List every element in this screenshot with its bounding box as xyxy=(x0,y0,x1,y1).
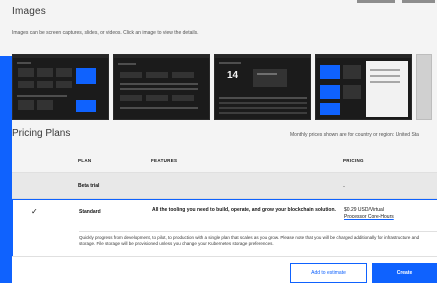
image-thumbnail-3[interactable]: 14 xyxy=(214,54,311,120)
header-plan: PLAN xyxy=(78,158,92,163)
pricing-title: Pricing Plans xyxy=(12,128,71,139)
images-title: Images xyxy=(12,6,46,17)
header-features: FEATURES xyxy=(151,158,178,163)
top-control-b[interactable] xyxy=(402,0,435,3)
plan-row-standard[interactable]: ✓ Standard All the tooling you need to b… xyxy=(12,199,437,261)
header-pricing: PRICING xyxy=(343,158,364,163)
top-control-a[interactable] xyxy=(357,0,395,3)
plan-name-standard: Standard xyxy=(79,209,101,215)
image-thumbnails: 14 xyxy=(12,54,437,120)
image-thumbnail-2[interactable] xyxy=(113,54,210,120)
image-thumbnail-1[interactable] xyxy=(12,54,109,120)
plan-row-beta-trial[interactable]: Beta trial - xyxy=(12,173,437,199)
images-description: Images can be screen captures, slides, o… xyxy=(12,30,199,36)
row-divider xyxy=(79,231,437,232)
plan-name-beta-trial: Beta trial xyxy=(78,183,100,189)
pricing-table-header: PLAN FEATURES PRICING xyxy=(12,146,437,173)
thumbnail-count: 14 xyxy=(227,70,239,81)
create-button[interactable]: Create xyxy=(372,263,437,283)
image-thumbnail-5[interactable] xyxy=(416,54,432,120)
price-line-2: Processor Core-Hours xyxy=(344,214,394,220)
price-line-1: $0.29 USD/Virtual xyxy=(344,207,384,213)
plan-description-standard: Quickly progress from development, to pi… xyxy=(79,235,420,246)
left-accent-bar xyxy=(0,56,12,283)
plan-price-standard: $0.29 USD/Virtual Processor Core-Hours xyxy=(344,207,434,221)
action-footer: Add to estimate Create xyxy=(12,256,437,283)
add-to-estimate-button[interactable]: Add to estimate xyxy=(290,263,367,283)
plan-price-beta-trial: - xyxy=(343,184,345,190)
image-thumbnail-4[interactable] xyxy=(315,54,412,120)
pricing-region-note: Monthly prices shown are for country or … xyxy=(290,132,419,138)
checkmark-icon: ✓ xyxy=(31,207,38,216)
pricing-table: PLAN FEATURES PRICING Beta trial - ✓ Sta… xyxy=(12,146,437,261)
plan-features-standard: All the tooling you need to build, opera… xyxy=(152,207,336,213)
